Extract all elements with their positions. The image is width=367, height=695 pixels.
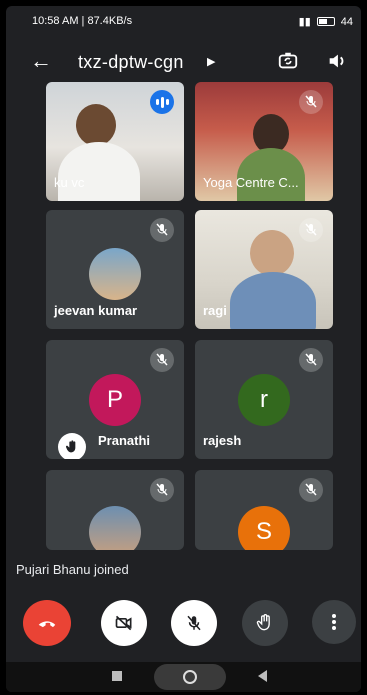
camera-off-icon (115, 615, 132, 631)
back-icon[interactable] (258, 670, 267, 682)
participant-avatar: S (238, 506, 290, 550)
participant-name: Yoga Centre C... (203, 175, 299, 190)
mic-off-icon (150, 478, 174, 502)
participant-video (250, 230, 294, 276)
switch-camera-icon[interactable] (277, 50, 299, 77)
join-notification: Pujari Bhanu joined (16, 562, 129, 577)
home-button[interactable] (154, 664, 226, 690)
status-bar: 10:58 AM | 87.4KB/s ▮▮ 44 (6, 6, 361, 32)
mic-toggle-button[interactable] (171, 600, 217, 646)
home-icon (183, 670, 197, 684)
participant-tile[interactable]: S (195, 470, 333, 550)
participant-video-body (58, 142, 140, 201)
participant-name: jeevan kumar (54, 303, 138, 318)
participant-name: Pranathi (98, 433, 151, 448)
participant-tile[interactable]: jeevan kumar (46, 210, 184, 329)
participant-tile[interactable] (46, 470, 184, 550)
status-time-speed: 10:58 AM | 87.4KB/s (32, 15, 133, 27)
mic-off-icon (150, 348, 174, 372)
participant-name: rajesh (203, 433, 242, 448)
mic-off-icon (299, 90, 323, 114)
mic-off-icon (299, 218, 323, 242)
status-right: ▮▮ 44 (298, 15, 353, 29)
raise-hand-icon (58, 433, 86, 459)
participant-avatar (89, 506, 141, 550)
top-bar: ← txz-dptw-cgn ▶ (6, 42, 361, 82)
more-vertical-icon (332, 614, 336, 630)
system-nav-bar (6, 662, 361, 692)
participant-avatar (89, 248, 141, 300)
participant-video (76, 104, 116, 146)
mic-off-icon (299, 348, 323, 372)
participant-name: ku vc (54, 175, 85, 190)
meeting-code[interactable]: txz-dptw-cgn (78, 52, 184, 73)
end-call-icon (38, 621, 56, 628)
raise-hand-icon (256, 614, 270, 631)
meet-screen: 10:58 AM | 87.4KB/s ▮▮ 44 ← txz-dptw-cgn… (6, 6, 361, 692)
mic-off-icon (299, 478, 323, 502)
mic-off-icon (150, 218, 174, 242)
end-call-button[interactable] (23, 600, 71, 646)
speaking-indicator-icon (150, 90, 174, 114)
raise-hand-button[interactable] (242, 600, 288, 646)
participant-video-body (230, 272, 316, 329)
participant-tile[interactable]: ragi (195, 210, 333, 329)
participant-tile[interactable]: ku vc (46, 82, 184, 201)
mic-off-icon (187, 615, 201, 631)
arrow-left-icon[interactable]: ← (30, 50, 52, 72)
participant-tile[interactable]: P Pranathi (46, 340, 184, 459)
more-options-button[interactable] (312, 600, 356, 644)
participant-name: ragi (203, 303, 227, 318)
caret-right-icon[interactable]: ▶ (207, 55, 215, 68)
participant-avatar: P (89, 374, 141, 426)
battery-level: 44 (340, 15, 353, 28)
recents-icon[interactable] (112, 671, 122, 681)
participant-avatar: r (238, 374, 290, 426)
battery-icon (316, 17, 335, 26)
camera-toggle-button[interactable] (101, 600, 147, 646)
speaker-icon[interactable] (326, 50, 348, 77)
call-controls (6, 600, 361, 648)
participant-tile[interactable]: Yoga Centre C... (195, 82, 333, 201)
signal-icon: ▮▮ (298, 16, 311, 28)
participant-tile[interactable]: r rajesh (195, 340, 333, 459)
